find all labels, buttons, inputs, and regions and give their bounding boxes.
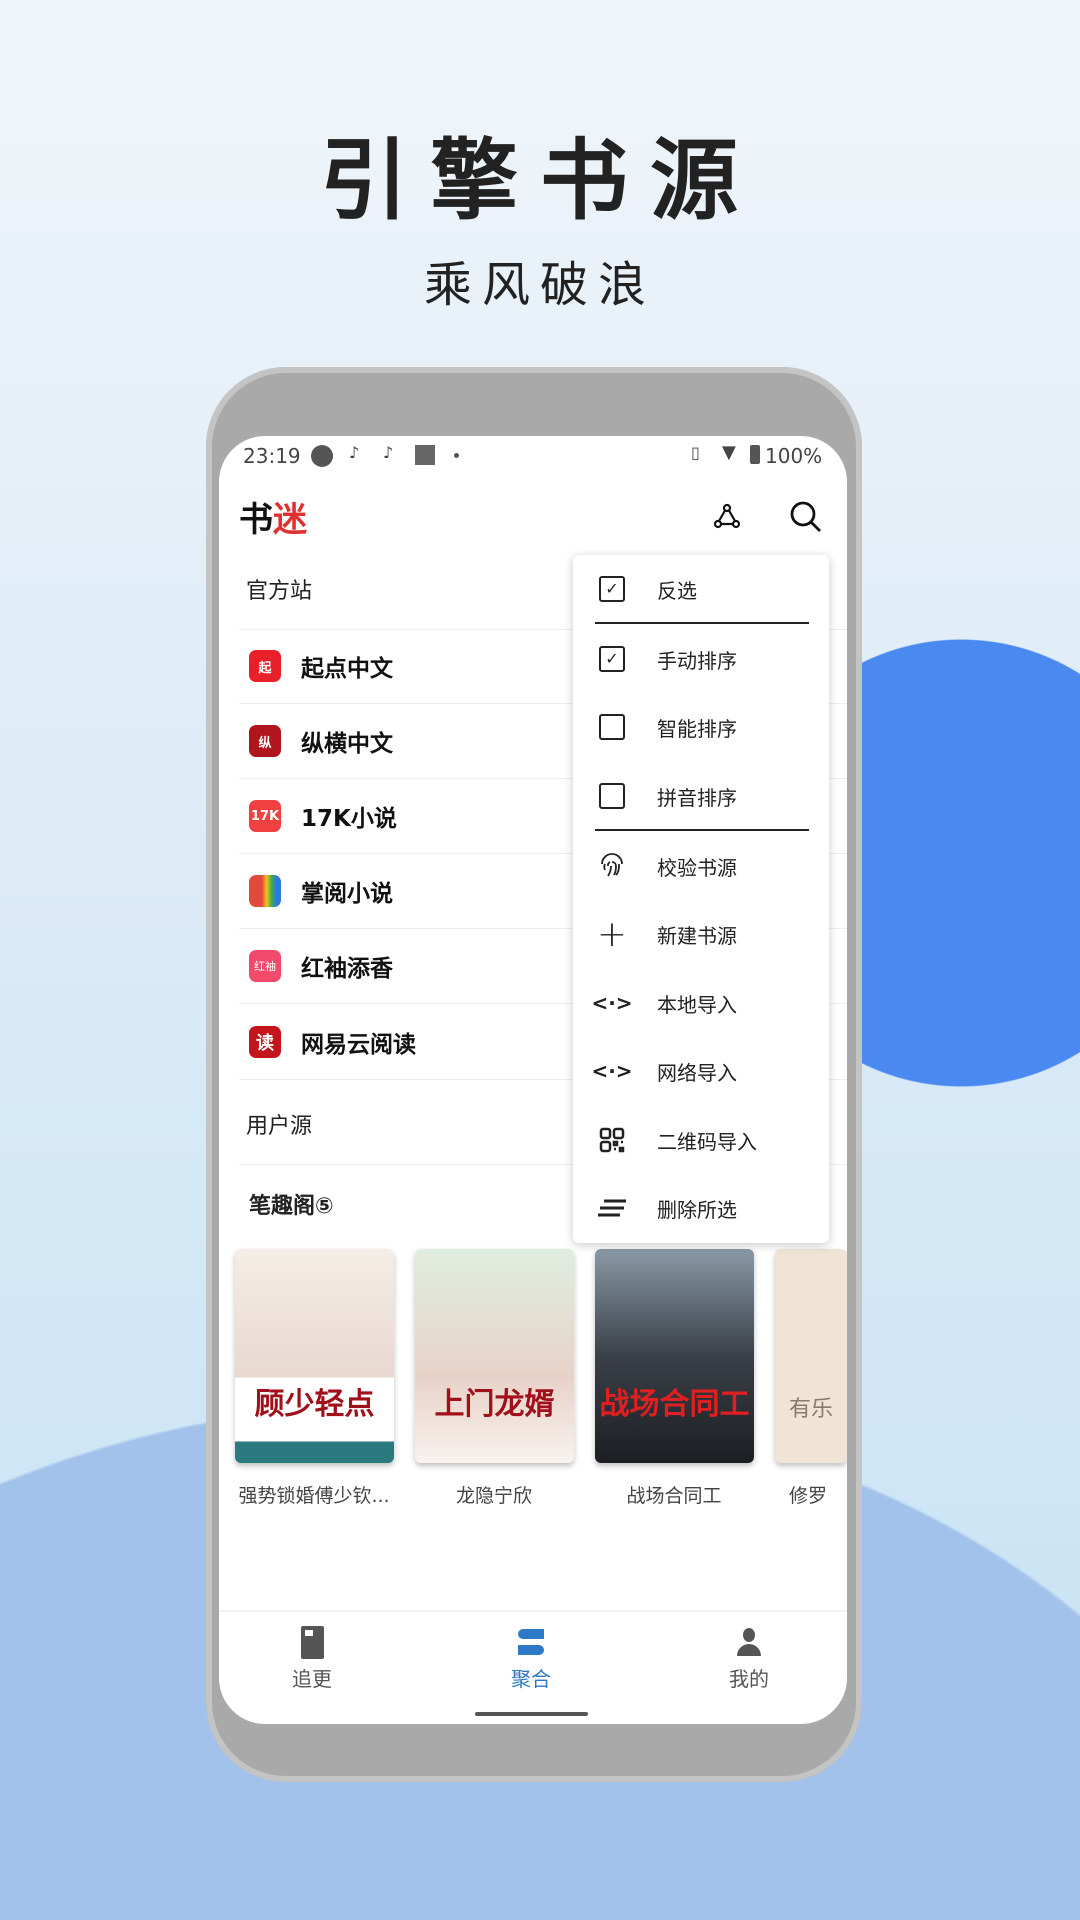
battery-icon xyxy=(750,445,760,464)
nav-label: 聚合 xyxy=(511,1667,551,1691)
menu-item-network-import[interactable]: <·> 网络导入 xyxy=(573,1041,829,1101)
menu-item-delete-selected[interactable]: 删除所选 xyxy=(573,1178,829,1238)
fingerprint-icon xyxy=(595,852,629,880)
source-label: 纵横中文 xyxy=(301,731,393,757)
app-logo: 书迷 xyxy=(239,500,307,540)
source-label: 网易云阅读 xyxy=(301,1031,416,1058)
menu-item-qr-import[interactable]: 二维码导入 xyxy=(573,1110,829,1170)
nav-label: 我的 xyxy=(729,1667,769,1691)
tiktok-icon: ♪ xyxy=(349,443,360,462)
book-title[interactable]: 修罗 xyxy=(769,1481,847,1508)
menu-label: 删除所选 xyxy=(657,1197,737,1222)
menu-item-pinyin-sort[interactable]: 拼音排序 xyxy=(573,766,829,826)
source-label: 17K小说 xyxy=(301,806,397,832)
qr-code-icon xyxy=(595,1127,629,1153)
menu-item-smart-sort[interactable]: 智能排序 xyxy=(573,697,829,757)
menu-item-invert-selection[interactable]: ✓ 反选 xyxy=(573,559,829,619)
menu-item-new-source[interactable]: + 新建书源 xyxy=(573,904,829,964)
square-icon xyxy=(415,445,435,465)
menu-label: 网络导入 xyxy=(657,1060,737,1085)
cover-text: 战场合同工 xyxy=(599,1387,750,1422)
checkbox-checked-icon[interactable]: ✓ xyxy=(599,576,625,602)
cover-text: 顾少轻点 xyxy=(254,1387,375,1422)
book-title[interactable]: 强势锁婚傅少钦... xyxy=(229,1481,399,1508)
menu-label: 校验书源 xyxy=(657,855,737,880)
person-icon xyxy=(736,1626,762,1659)
hongxiu-icon: 红袖 xyxy=(249,950,281,982)
promo-title: 引擎书源 xyxy=(319,129,760,232)
checkbox-checked-icon[interactable]: ✓ xyxy=(599,646,625,672)
phone-screen: 23:19 ♪ ♪ ▯ ▼ 100% 书迷 官方站 起 起点中文 纵 纵横中文 … xyxy=(219,436,847,1724)
code-icon: <·> xyxy=(591,1059,633,1083)
nav-label: 追更 xyxy=(292,1667,332,1691)
menu-label: 拼音排序 xyxy=(657,785,737,810)
search-icon[interactable] xyxy=(789,500,823,534)
menu-label: 反选 xyxy=(657,578,697,603)
battery-level: 100% xyxy=(765,444,823,468)
wifi-icon: ▼ xyxy=(722,442,736,463)
nav-follow[interactable]: 追更 xyxy=(252,1626,372,1692)
zhangyue-icon xyxy=(249,875,281,907)
nav-mine[interactable]: 我的 xyxy=(689,1626,809,1692)
menu-label: 手动排序 xyxy=(657,648,737,673)
overflow-menu: ✓ 反选 ✓ 手动排序 智能排序 拼音排序 校验书源 + 新建书源 <·> 本地导入 <… xyxy=(573,555,829,1243)
source-label: 掌阅小说 xyxy=(301,881,393,907)
tiktok-icon: ♪ xyxy=(383,443,394,462)
menu-item-local-import[interactable]: <·> 本地导入 xyxy=(573,973,829,1033)
cover-text: 上门龙婿 xyxy=(434,1387,555,1422)
promo-subtitle: 乘风破浪 xyxy=(423,257,656,313)
menu-label: 二维码导入 xyxy=(657,1129,757,1154)
source-label: 红袖添香 xyxy=(301,956,393,982)
section-user[interactable]: 用户源 xyxy=(246,1108,312,1140)
status-time: 23:19 xyxy=(243,444,301,468)
menu-label: 新建书源 xyxy=(657,923,737,948)
source-label: 起点中文 xyxy=(301,656,393,682)
menu-label: 本地导入 xyxy=(657,992,737,1017)
checkbox-unchecked-icon[interactable] xyxy=(599,783,625,809)
menu-divider xyxy=(595,829,809,831)
book-title[interactable]: 战场合同工 xyxy=(589,1481,759,1508)
17k-icon: 17K xyxy=(249,800,281,832)
vibrate-icon: ▯ xyxy=(691,443,700,462)
menu-divider xyxy=(595,622,809,624)
delete-lines-icon xyxy=(595,1197,629,1219)
section-official: 官方站 xyxy=(246,579,313,604)
book-cover[interactable]: 上门龙婿 xyxy=(415,1249,574,1463)
plus-icon: + xyxy=(596,913,628,955)
book-cover[interactable]: 顾少轻点 xyxy=(235,1249,394,1463)
book-cover[interactable]: 战场合同工 xyxy=(595,1249,754,1463)
book-icon xyxy=(300,1626,324,1659)
menu-item-verify-sources[interactable]: 校验书源 xyxy=(573,836,829,896)
menu-item-manual-sort[interactable]: ✓ 手动排序 xyxy=(573,629,829,689)
home-indicator[interactable] xyxy=(475,1712,588,1716)
book-title[interactable]: 龙隐宁欣 xyxy=(409,1481,579,1508)
cover-text: 有乐 xyxy=(789,1397,834,1422)
zongheng-icon: 纵 xyxy=(249,725,281,757)
stack-icon xyxy=(518,1626,544,1659)
dot-icon xyxy=(454,453,459,458)
checkbox-unchecked-icon[interactable] xyxy=(599,714,625,740)
nav-aggregate[interactable]: 聚合 xyxy=(471,1626,591,1692)
nav-divider xyxy=(219,1610,847,1612)
netease-read-icon: 读 xyxy=(249,1025,281,1058)
menu-label: 智能排序 xyxy=(657,716,737,741)
app-icon xyxy=(311,445,333,467)
section-biquge[interactable]: 笔趣阁⑤ xyxy=(249,1188,334,1220)
share-icon[interactable] xyxy=(713,502,741,530)
qidian-icon: 起 xyxy=(249,650,281,682)
code-icon: <·> xyxy=(591,991,633,1015)
book-cover[interactable]: 有乐 xyxy=(775,1249,847,1463)
